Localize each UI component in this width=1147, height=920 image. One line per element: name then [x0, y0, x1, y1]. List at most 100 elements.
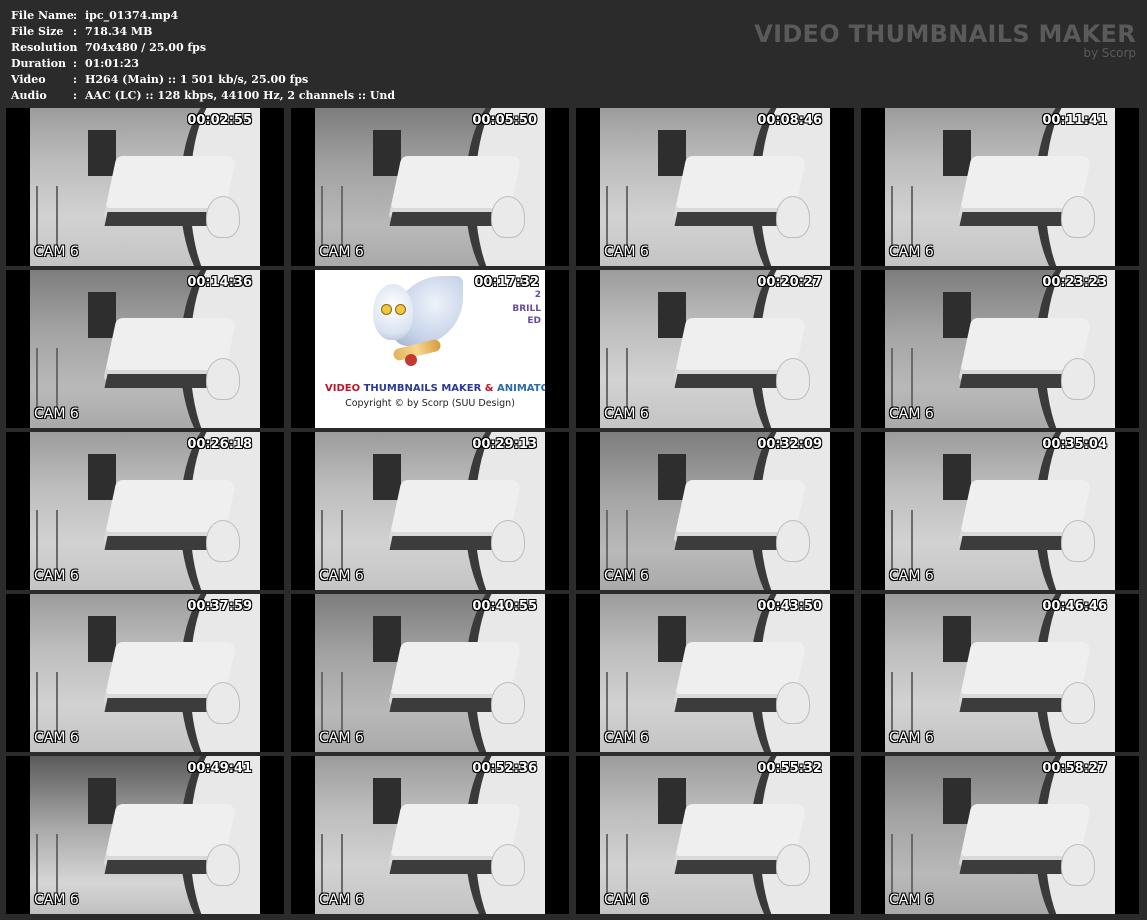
thumbnail[interactable]: 00:35:04 CAM 6 — [861, 432, 1139, 590]
owl-icon — [373, 284, 413, 340]
video-frame — [885, 270, 1115, 428]
info-separator: : — [73, 89, 78, 102]
timecode: 00:14:36 — [187, 275, 252, 290]
chair-shape — [891, 510, 913, 570]
timecode: 00:52:36 — [472, 761, 537, 776]
logo-title-part: THUMBNAILS MAKER — [363, 383, 482, 394]
info-value: 718.34 MB — [85, 25, 153, 38]
owl-eye-icon — [395, 304, 406, 315]
timecode: 00:29:13 — [472, 437, 537, 452]
thumbnail[interactable]: 00:43:50 CAM 6 — [576, 594, 854, 752]
timecode: 00:23:23 — [1042, 275, 1107, 290]
video-frame — [885, 432, 1115, 590]
thumbnail[interactable]: 00:49:41 CAM 6 — [6, 756, 284, 914]
lamp-shape — [491, 520, 525, 562]
timecode: 00:55:32 — [757, 761, 822, 776]
video-frame — [315, 432, 545, 590]
thumbnail[interactable]: 00:08:46 CAM 6 — [576, 108, 854, 266]
timecode: 00:32:09 — [757, 437, 822, 452]
lamp-shape — [1061, 358, 1095, 400]
timecode: 00:43:50 — [757, 599, 822, 614]
thumbnail[interactable]: 00:26:18 CAM 6 — [6, 432, 284, 590]
camera-label: CAM 6 — [889, 244, 934, 260]
lamp-shape — [1061, 844, 1095, 886]
dresser-shape — [373, 778, 401, 824]
camera-label: CAM 6 — [34, 406, 79, 422]
video-frame — [30, 756, 260, 914]
info-value: 01:01:23 — [85, 57, 140, 70]
owl-eye-icon — [381, 304, 392, 315]
brand-title: VIDEO THUMBNAILS MAKER — [754, 20, 1136, 48]
thumbnail[interactable]: 00:20:27 CAM 6 — [576, 270, 854, 428]
camera-label: CAM 6 — [319, 730, 364, 746]
chair-shape — [891, 186, 913, 246]
dresser-shape — [943, 130, 971, 176]
chair-shape — [321, 672, 343, 732]
dresser-shape — [658, 778, 686, 824]
camera-label: CAM 6 — [319, 892, 364, 908]
thumbnail[interactable]: 00:14:36 CAM 6 — [6, 270, 284, 428]
chair-shape — [606, 186, 628, 246]
lamp-shape — [206, 520, 240, 562]
info-separator: : — [73, 73, 78, 86]
info-value: H264 (Main) :: 1 501 kb/s, 25.00 fps — [85, 73, 309, 86]
thumbnail[interactable]: 00:52:36 CAM 6 — [291, 756, 569, 914]
chair-shape — [321, 186, 343, 246]
timecode: 00:20:27 — [757, 275, 822, 290]
thumbnail[interactable]: 00:32:09 CAM 6 — [576, 432, 854, 590]
dresser-shape — [943, 292, 971, 338]
camera-label: CAM 6 — [889, 730, 934, 746]
lamp-shape — [206, 196, 240, 238]
lamp-shape — [776, 682, 810, 724]
info-row: Resolution:704x480 / 25.00 fps — [11, 40, 395, 56]
thumbnail[interactable]: 00:46:46 CAM 6 — [861, 594, 1139, 752]
video-frame — [600, 594, 830, 752]
info-separator: : — [73, 57, 78, 70]
info-row: Duration:01:01:23 — [11, 56, 395, 72]
chair-shape — [321, 834, 343, 894]
info-value: 704x480 / 25.00 fps — [85, 41, 207, 54]
lamp-shape — [206, 682, 240, 724]
thumbnail[interactable]: 00:55:32 CAM 6 — [576, 756, 854, 914]
video-frame — [885, 108, 1115, 266]
thumbnail[interactable]: 00:40:55 CAM 6 — [291, 594, 569, 752]
camera-label: CAM 6 — [604, 892, 649, 908]
logo-title-part: & — [481, 383, 498, 394]
seal-icon — [405, 354, 417, 366]
timecode: 00:49:41 — [187, 761, 252, 776]
camera-label: CAM 6 — [319, 244, 364, 260]
timecode: 00:37:59 — [187, 599, 252, 614]
logo-card: 2 BRILL ED VIDEO THUMBNAILS MAKER & ANIMATO… — [315, 270, 545, 428]
video-frame — [30, 432, 260, 590]
thumbnail[interactable]: 00:37:59 CAM 6 — [6, 594, 284, 752]
video-frame — [885, 756, 1115, 914]
lamp-shape — [776, 358, 810, 400]
thumbnail-grid: 00:02:55 CAM 6 00:05:50 CAM 6 00:08:46 CAM … — [6, 108, 1142, 917]
info-separator: : — [73, 25, 78, 38]
timecode: 00:46:46 — [1042, 599, 1107, 614]
thumbnail[interactable]: 00:11:41 CAM 6 — [861, 108, 1139, 266]
thumbnail[interactable]: 00:23:23 CAM 6 — [861, 270, 1139, 428]
thumbnail[interactable]: 00:58:27 CAM 6 — [861, 756, 1139, 914]
info-key: File Name — [11, 9, 74, 22]
thumbnail[interactable]: 00:29:13 CAM 6 — [291, 432, 569, 590]
timecode: 00:11:41 — [1042, 113, 1107, 128]
dresser-shape — [658, 130, 686, 176]
video-frame — [30, 108, 260, 266]
dresser-shape — [658, 616, 686, 662]
lamp-shape — [1061, 682, 1095, 724]
info-separator: : — [73, 9, 78, 22]
timecode: 00:58:27 — [1042, 761, 1107, 776]
dresser-shape — [373, 616, 401, 662]
lamp-shape — [1061, 196, 1095, 238]
lamp-shape — [776, 196, 810, 238]
thumbnail[interactable]: 2 BRILL ED VIDEO THUMBNAILS MAKER & ANIMATO… — [291, 270, 569, 428]
camera-label: CAM 6 — [889, 406, 934, 422]
thumbnail[interactable]: 00:05:50 CAM 6 — [291, 108, 569, 266]
camera-label: CAM 6 — [34, 730, 79, 746]
camera-label: CAM 6 — [34, 892, 79, 908]
camera-label: CAM 6 — [889, 892, 934, 908]
lamp-shape — [491, 844, 525, 886]
camera-label: CAM 6 — [889, 568, 934, 584]
thumbnail[interactable]: 00:02:55 CAM 6 — [6, 108, 284, 266]
